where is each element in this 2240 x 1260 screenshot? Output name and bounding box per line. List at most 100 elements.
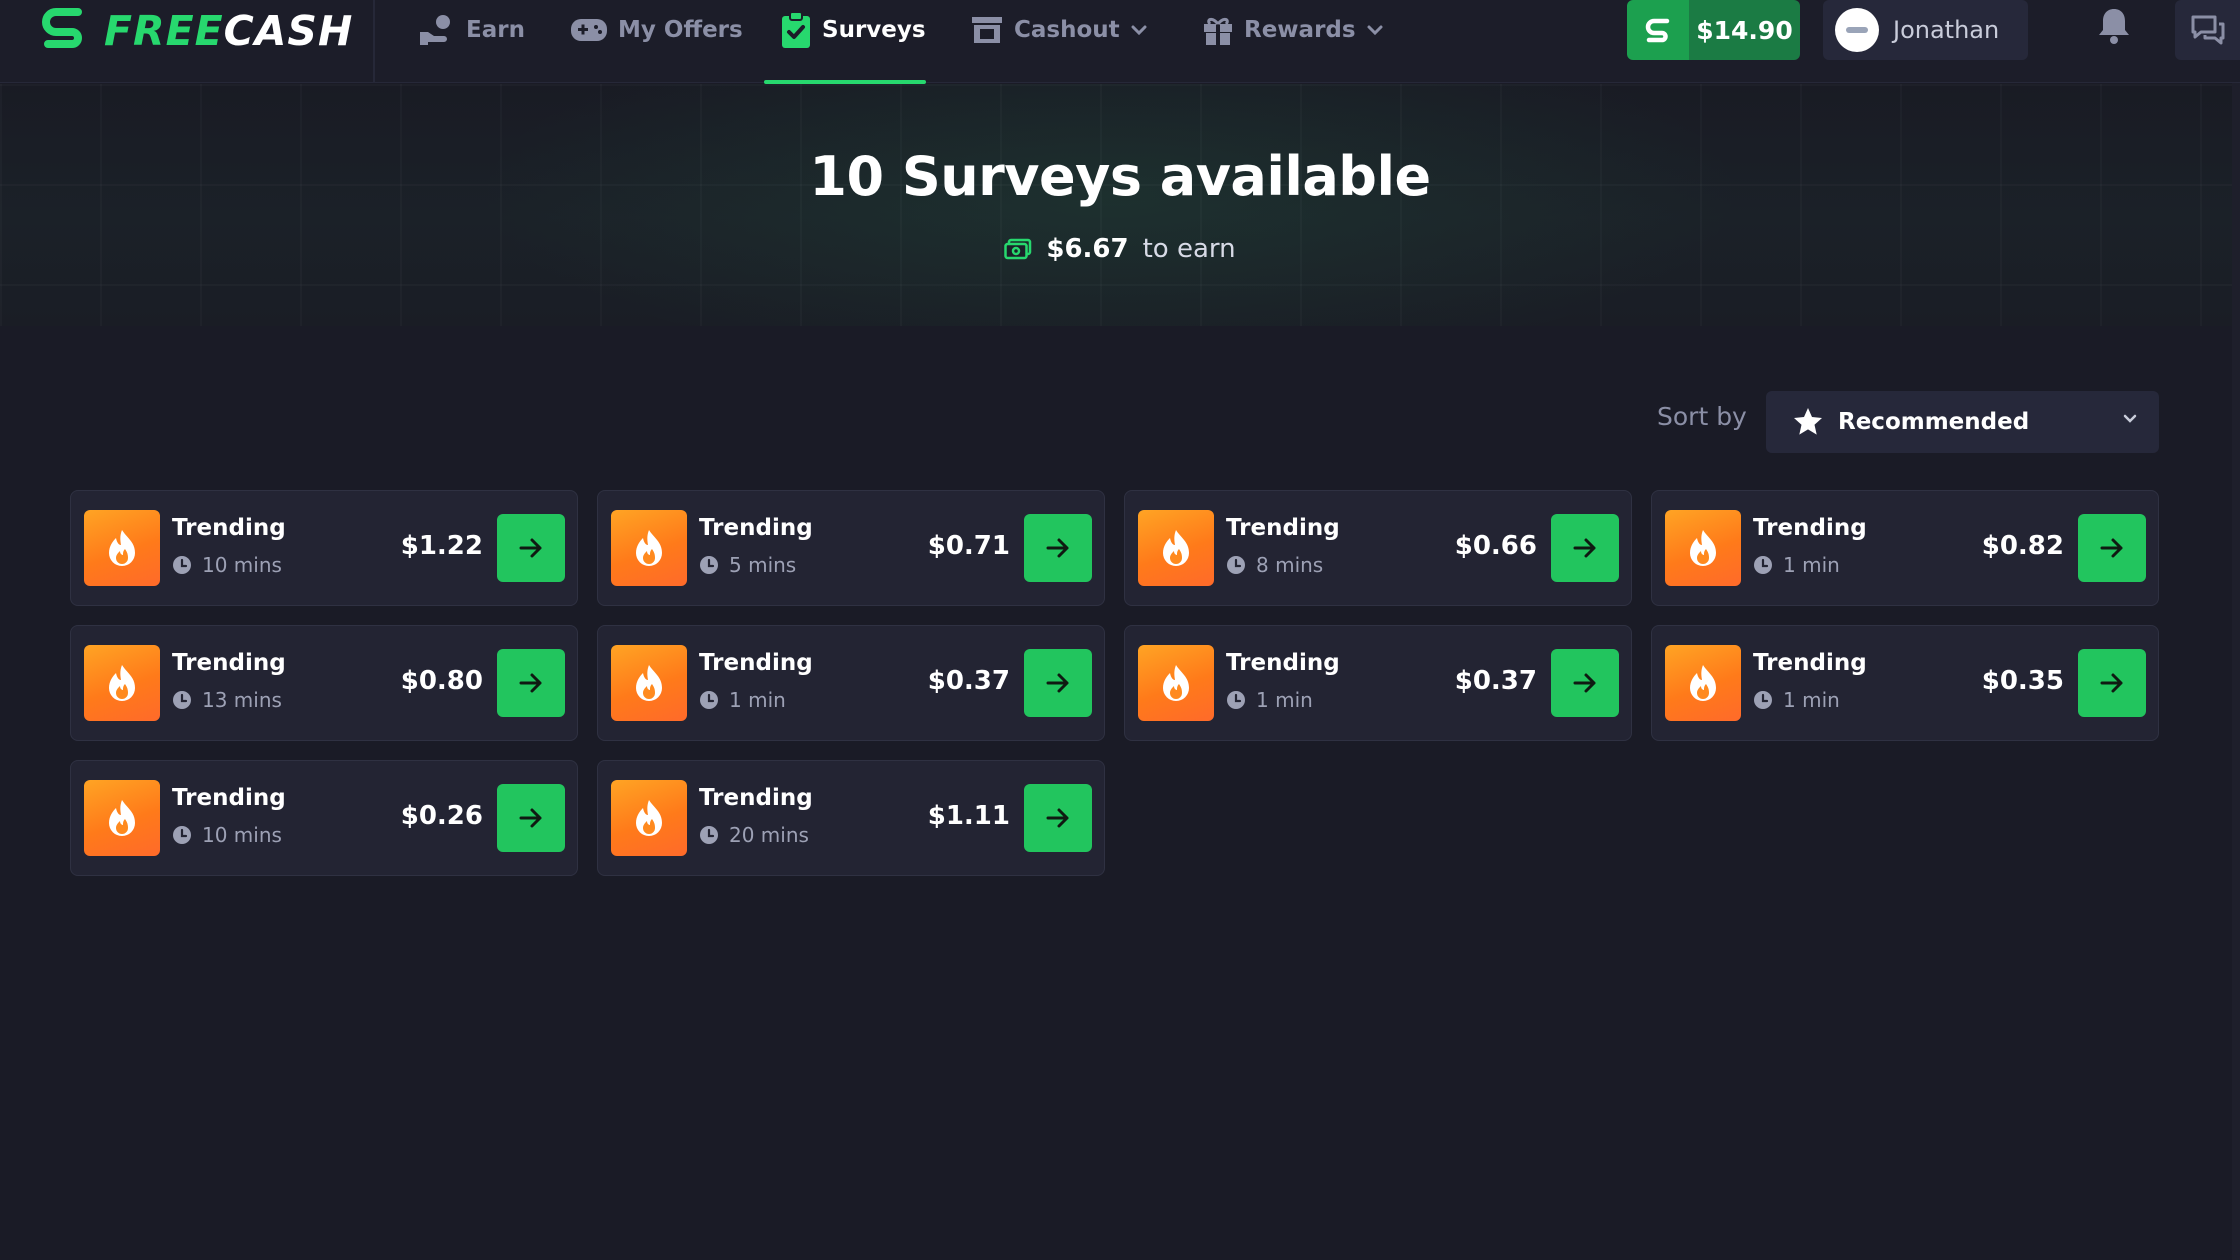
survey-card[interactable]: Trending 1 min $0.35 bbox=[1651, 625, 2159, 741]
survey-duration-text: 13 mins bbox=[202, 688, 282, 712]
start-survey-button[interactable] bbox=[1024, 514, 1092, 582]
chat-button[interactable] bbox=[2175, 0, 2240, 60]
nav-divider bbox=[373, 0, 375, 83]
survey-badge bbox=[1138, 645, 1214, 721]
start-survey-button[interactable] bbox=[497, 514, 565, 582]
freecash-logo[interactable]: FREECASH bbox=[38, 6, 353, 56]
survey-price: $0.66 bbox=[1454, 531, 1537, 561]
flame-icon bbox=[1690, 665, 1716, 701]
survey-duration: 1 min bbox=[1226, 688, 1313, 712]
hero-banner: 10 Surveys available $6.67 to earn bbox=[0, 84, 2240, 326]
survey-label: Trending bbox=[699, 515, 813, 541]
chat-icon bbox=[2191, 15, 2224, 45]
flame-icon bbox=[1163, 530, 1189, 566]
nav-cashout-label: Cashout bbox=[1014, 17, 1120, 43]
rewards-icon bbox=[1204, 17, 1232, 45]
nav-surveys[interactable]: Surveys bbox=[780, 8, 926, 52]
earnings-amount: $6.67 bbox=[1046, 234, 1129, 264]
balance-button[interactable]: $14.90 bbox=[1627, 0, 1800, 60]
start-survey-button[interactable] bbox=[2078, 514, 2146, 582]
cashout-icon bbox=[972, 17, 1002, 43]
survey-card[interactable]: Trending 1 min $0.82 bbox=[1651, 490, 2159, 606]
survey-duration: 10 mins bbox=[172, 553, 282, 577]
nav-earn-label: Earn bbox=[466, 17, 525, 43]
survey-price: $1.22 bbox=[400, 531, 483, 561]
start-survey-button[interactable] bbox=[1024, 784, 1092, 852]
clock-icon bbox=[1754, 556, 1772, 574]
survey-duration: 1 min bbox=[1753, 553, 1840, 577]
survey-card[interactable]: Trending 5 mins $0.71 bbox=[597, 490, 1105, 606]
nav-surveys-label: Surveys bbox=[822, 17, 926, 43]
survey-duration: 20 mins bbox=[699, 823, 809, 847]
start-survey-button[interactable] bbox=[497, 649, 565, 717]
logo-wordmark: FREECASH bbox=[104, 6, 353, 56]
arrow-right-icon bbox=[519, 808, 542, 828]
flame-icon bbox=[636, 665, 662, 701]
survey-card[interactable]: Trending 13 mins $0.80 bbox=[70, 625, 578, 741]
flame-icon bbox=[109, 800, 135, 836]
start-survey-button[interactable] bbox=[1551, 514, 1619, 582]
survey-price: $0.37 bbox=[927, 666, 1010, 696]
survey-card[interactable]: Trending 10 mins $1.22 bbox=[70, 490, 578, 606]
sort-dropdown[interactable]: Recommended bbox=[1766, 391, 2159, 453]
start-survey-button[interactable] bbox=[2078, 649, 2146, 717]
survey-label: Trending bbox=[172, 650, 286, 676]
start-survey-button[interactable] bbox=[497, 784, 565, 852]
survey-badge bbox=[1665, 510, 1741, 586]
flame-icon bbox=[636, 800, 662, 836]
user-menu[interactable]: Jonathan bbox=[1823, 0, 2028, 60]
page-scrollbar[interactable] bbox=[2232, 83, 2240, 1260]
start-survey-button[interactable] bbox=[1551, 649, 1619, 717]
survey-card[interactable]: Trending 1 min $0.37 bbox=[1124, 625, 1632, 741]
bell-icon[interactable] bbox=[2097, 6, 2131, 46]
clock-icon bbox=[700, 556, 718, 574]
survey-badge bbox=[84, 780, 160, 856]
page-title: 10 Surveys available bbox=[809, 145, 1431, 208]
logo-part-cash: CASH bbox=[223, 7, 354, 55]
arrow-right-icon bbox=[1046, 808, 1069, 828]
chevron-down-icon bbox=[1367, 25, 1383, 36]
survey-card[interactable]: Trending 1 min $0.37 bbox=[597, 625, 1105, 741]
survey-card[interactable]: Trending 20 mins $1.11 bbox=[597, 760, 1105, 876]
survey-duration-text: 5 mins bbox=[729, 553, 797, 577]
survey-label: Trending bbox=[172, 515, 286, 541]
flame-icon bbox=[1690, 530, 1716, 566]
arrow-right-icon bbox=[2100, 673, 2123, 693]
chevron-down-icon bbox=[1131, 25, 1147, 36]
nav-my-offers-label: My Offers bbox=[618, 17, 743, 43]
survey-price: $0.80 bbox=[400, 666, 483, 696]
survey-price: $1.11 bbox=[927, 801, 1010, 831]
survey-duration: 1 min bbox=[699, 688, 786, 712]
top-navigation: FREECASH Earn My Offers Surveys Cashout … bbox=[0, 0, 2240, 84]
sort-selected-value: Recommended bbox=[1838, 409, 2030, 435]
survey-duration: 13 mins bbox=[172, 688, 282, 712]
survey-label: Trending bbox=[699, 785, 813, 811]
coin-icon bbox=[1627, 0, 1689, 60]
survey-duration: 1 min bbox=[1753, 688, 1840, 712]
survey-price: $0.26 bbox=[400, 801, 483, 831]
arrow-right-icon bbox=[1046, 538, 1069, 558]
arrow-right-icon bbox=[519, 538, 542, 558]
nav-earn[interactable]: Earn bbox=[418, 8, 525, 52]
earnings-suffix: to earn bbox=[1142, 234, 1236, 264]
nav-rewards[interactable]: Rewards bbox=[1202, 8, 1384, 52]
survey-label: Trending bbox=[1226, 515, 1340, 541]
offers-icon bbox=[571, 19, 607, 41]
balance-amount: $14.90 bbox=[1689, 0, 1800, 60]
clock-icon bbox=[700, 691, 718, 709]
survey-card[interactable]: Trending 10 mins $0.26 bbox=[70, 760, 578, 876]
avatar bbox=[1835, 8, 1879, 52]
survey-price: $0.37 bbox=[1454, 666, 1537, 696]
survey-label: Trending bbox=[1753, 650, 1867, 676]
money-icon bbox=[1004, 238, 1032, 260]
survey-label: Trending bbox=[699, 650, 813, 676]
survey-duration-text: 20 mins bbox=[729, 823, 809, 847]
nav-my-offers[interactable]: My Offers bbox=[570, 8, 743, 52]
flame-icon bbox=[109, 530, 135, 566]
survey-card[interactable]: Trending 8 mins $0.66 bbox=[1124, 490, 1632, 606]
survey-badge bbox=[84, 510, 160, 586]
survey-duration-text: 10 mins bbox=[202, 823, 282, 847]
start-survey-button[interactable] bbox=[1024, 649, 1092, 717]
nav-cashout[interactable]: Cashout bbox=[970, 8, 1148, 52]
survey-badge bbox=[1665, 645, 1741, 721]
